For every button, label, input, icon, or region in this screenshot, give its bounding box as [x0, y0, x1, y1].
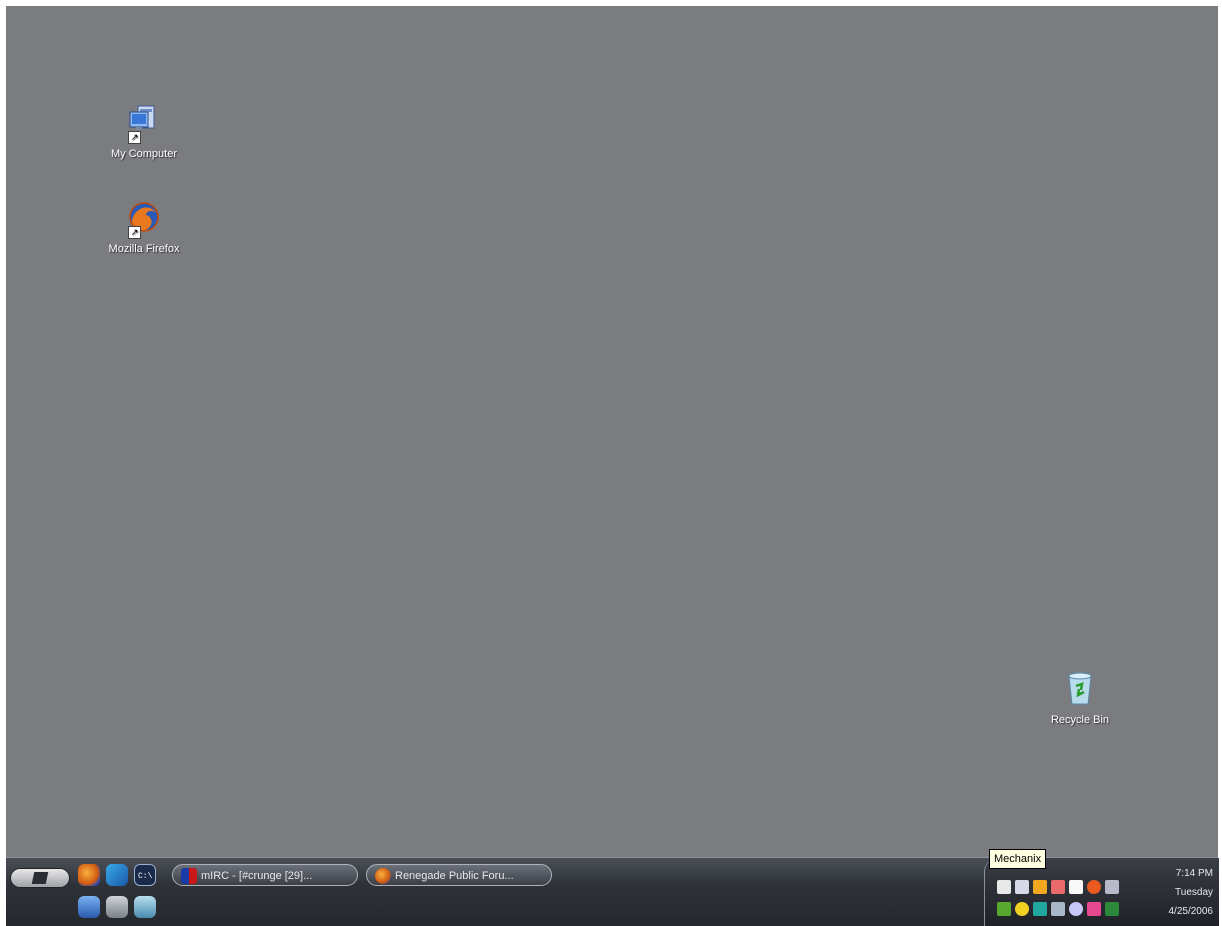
- tray-app-icon[interactable]: [1051, 902, 1065, 916]
- taskbar-button-renegade-forum[interactable]: Renegade Public Foru...: [366, 864, 552, 886]
- shortcut-arrow-icon: ↗: [128, 226, 141, 239]
- tray-app-icon[interactable]: [1087, 880, 1101, 894]
- tray-app-icon[interactable]: [1069, 880, 1083, 894]
- clock[interactable]: 7:14 PM Tuesday 4/25/2006: [1153, 864, 1214, 921]
- tray-tooltip: Mechanix: [989, 849, 1047, 869]
- firefox-icon: ↗: [124, 199, 164, 239]
- tray-app-icon[interactable]: [1033, 880, 1047, 894]
- quicklaunch-command-prompt-icon[interactable]: C:\: [134, 864, 156, 886]
- desktop-icon-label: Mozilla Firefox: [108, 243, 180, 255]
- quicklaunch-firefox-icon[interactable]: [78, 864, 100, 886]
- quicklaunch-computer-icon[interactable]: [78, 896, 100, 918]
- taskbar-button-label: mIRC - [#crunge [29]...: [201, 870, 313, 882]
- tray-app-icon[interactable]: [1105, 902, 1119, 916]
- desktop-icon-label: My Computer: [110, 148, 178, 160]
- tray-app-icon[interactable]: [1033, 902, 1047, 916]
- clock-time: 7:14 PM: [1175, 868, 1213, 879]
- quicklaunch-recycle-icon[interactable]: [134, 896, 156, 918]
- my-computer-icon: ↗: [124, 104, 164, 144]
- tray-app-icon[interactable]: [1087, 902, 1101, 916]
- tray-app-icon[interactable]: [1105, 880, 1119, 894]
- firefox-icon: [375, 868, 391, 884]
- recycle-bin-icon: [1060, 670, 1100, 710]
- start-button[interactable]: [10, 868, 70, 888]
- clock-day: Tuesday: [1175, 887, 1213, 898]
- clock-date: 4/25/2006: [1168, 906, 1214, 917]
- windows-logo-icon: [31, 872, 49, 884]
- quicklaunch-messenger-icon[interactable]: [106, 864, 128, 886]
- taskbar-button-mirc[interactable]: mIRC - [#crunge [29]...: [172, 864, 358, 886]
- quicklaunch-show-desktop-icon[interactable]: [106, 896, 128, 918]
- tray-app-icon[interactable]: [1015, 880, 1029, 894]
- desktop-icon-mozilla-firefox[interactable]: ↗ Mozilla Firefox: [94, 199, 194, 255]
- tray-app-icon[interactable]: [1051, 880, 1065, 894]
- taskbar-button-label: Renegade Public Foru...: [395, 870, 514, 882]
- desktop-icon-my-computer[interactable]: ↗ My Computer: [94, 104, 194, 160]
- svg-text:C:\: C:\: [138, 872, 153, 881]
- shortcut-arrow-icon: ↗: [128, 131, 141, 144]
- mirc-icon: [181, 868, 197, 884]
- desktop[interactable]: ↗ My Computer ↗ Mozilla Firefox Recycle …: [6, 6, 1218, 857]
- tray-app-icon[interactable]: [997, 880, 1011, 894]
- tray-app-icon[interactable]: [997, 902, 1011, 916]
- tray-app-icon[interactable]: [1069, 902, 1083, 916]
- desktop-icon-recycle-bin[interactable]: Recycle Bin: [1030, 670, 1130, 726]
- desktop-icon-label: Recycle Bin: [1050, 714, 1110, 726]
- tray-app-icon[interactable]: [1015, 902, 1029, 916]
